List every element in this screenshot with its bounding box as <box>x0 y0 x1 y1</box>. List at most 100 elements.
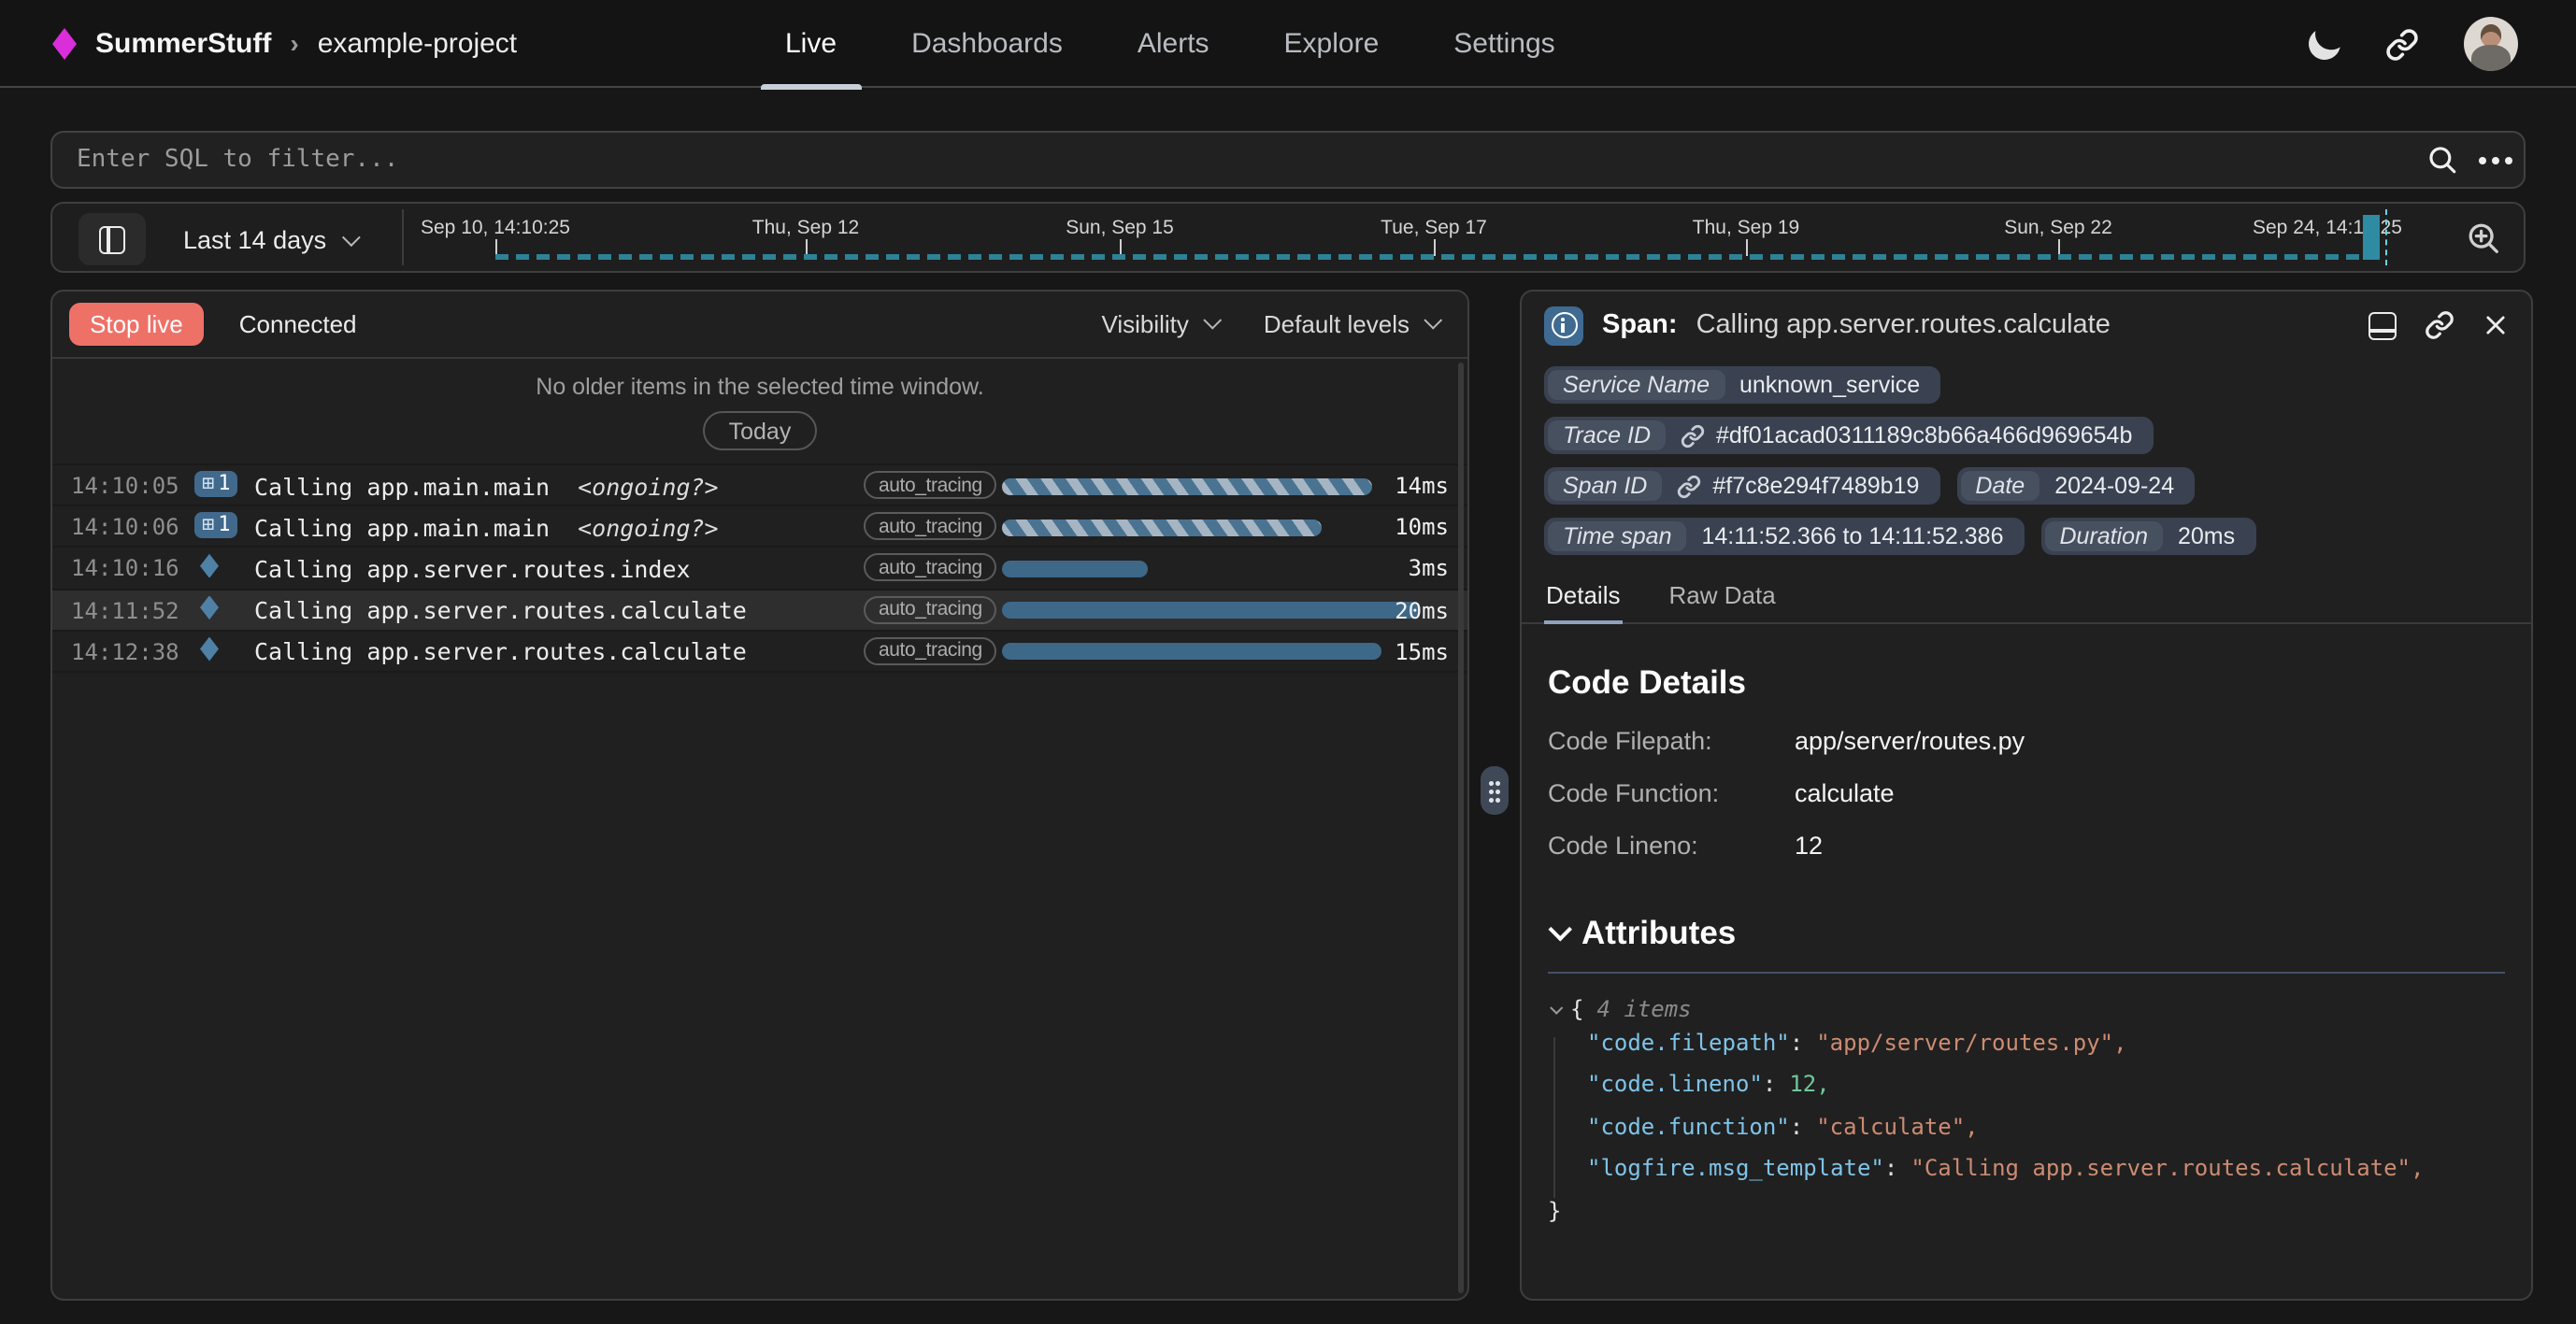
more-options-icon[interactable] <box>2492 156 2499 164</box>
link-icon <box>1677 474 1701 498</box>
project-name[interactable]: example-project <box>318 28 517 60</box>
search-icon[interactable] <box>2426 144 2458 176</box>
row-tag[interactable]: auto_tracing <box>864 595 997 623</box>
span-title: Calling app.server.routes.calculate <box>1696 310 2342 340</box>
time-span-badge[interactable]: Time span14:11:52.366 to 14:11:52.386 <box>1544 518 2025 555</box>
close-icon[interactable] <box>2483 312 2509 338</box>
json-entry: "code.lineno":12, <box>1548 1064 2505 1106</box>
link-icon <box>1681 423 1705 448</box>
row-tag[interactable]: auto_tracing <box>864 637 997 665</box>
code-details-heading: Code Details <box>1548 663 2505 703</box>
dark-mode-moon-icon[interactable] <box>2305 24 2345 64</box>
live-view-panel: Stop live Connected Visibility Default l… <box>50 290 1469 1301</box>
open-brace: { <box>1570 996 1583 1022</box>
sql-filter-bar[interactable]: Enter SQL to filter... <box>50 131 2526 189</box>
row-tag[interactable]: auto_tracing <box>864 512 997 540</box>
code-details-table: Code Filepath:app/server/routes.py Code … <box>1548 727 2505 860</box>
expand-plus-icon: ⊞ <box>202 473 214 493</box>
row-message: Calling app.server.routes.index <box>254 555 691 583</box>
span-diamond-icon <box>200 637 219 662</box>
expand-plus-icon: ⊞ <box>202 514 214 534</box>
row-duration: 14ms <box>1395 473 1449 499</box>
timeline-tick-label: Sun, Sep 22 <box>2004 217 2112 239</box>
chevron-down-icon <box>341 227 360 246</box>
tab-raw-data[interactable]: Raw Data <box>1667 572 1778 622</box>
tab-details[interactable]: Details <box>1544 572 1623 622</box>
tab-explore-label: Explore <box>1284 28 1380 60</box>
log-row[interactable]: 14:10:06 ⊞1 Calling app.main.main<ongoin… <box>52 506 1467 548</box>
span-meta-badges: Service Nameunknown_service Trace ID#df0… <box>1522 359 2531 559</box>
span-children-icon[interactable]: ⊞1 <box>194 470 238 496</box>
row-tag[interactable]: auto_tracing <box>864 471 997 499</box>
row-duration: 20ms <box>1395 597 1449 623</box>
org-name[interactable]: SummerStuff <box>95 28 271 60</box>
timeline-activity-spike <box>2363 215 2380 260</box>
duration-bar <box>1002 477 1373 494</box>
duration-bar-track <box>1002 477 1428 494</box>
log-row[interactable]: 14:12:38 Calling app.server.routes.calcu… <box>52 632 1467 673</box>
ongoing-suffix: <ongoing?> <box>578 513 719 541</box>
stop-live-button[interactable]: Stop live <box>69 303 204 346</box>
breadcrumb-separator: › <box>290 27 298 57</box>
nav-tabs: Live Dashboards Alerts Explore Settings <box>761 0 1606 88</box>
breadcrumb[interactable]: SummerStuff › example-project <box>52 0 517 88</box>
badge-label: Trace ID <box>1548 420 1666 450</box>
tab-alerts[interactable]: Alerts <box>1113 0 1234 88</box>
row-timestamp: 14:11:52 <box>71 597 179 623</box>
child-count: 1 <box>218 512 230 536</box>
sidebar-toggle-button[interactable] <box>79 213 146 265</box>
visibility-dropdown[interactable]: Visibility <box>1101 310 1214 338</box>
detail-tabs: Details Raw Data <box>1522 572 2531 624</box>
log-row-selected[interactable]: 14:11:52 Calling app.server.routes.calcu… <box>52 590 1467 631</box>
default-levels-dropdown[interactable]: Default levels <box>1264 310 1436 338</box>
json-entry: "code.function":"calculate", <box>1548 1106 2505 1148</box>
user-avatar[interactable] <box>2464 17 2518 71</box>
badge-label: Date <box>1960 471 2039 501</box>
trace-id-badge[interactable]: Trace ID#df01acad0311189c8b66a466d969654… <box>1544 417 2153 454</box>
share-link-icon[interactable] <box>2385 27 2419 61</box>
brand-logo-icon <box>52 28 77 60</box>
panel-resize-handle[interactable] <box>1481 766 1509 815</box>
date-badge[interactable]: Date2024-09-24 <box>1956 467 2195 505</box>
duration-badge[interactable]: Duration20ms <box>2041 518 2256 555</box>
time-range-dropdown[interactable]: Last 14 days <box>183 204 354 275</box>
collapse-chevron-icon[interactable] <box>1550 1002 1563 1015</box>
timeline-tick-label: Thu, Sep 12 <box>752 217 859 239</box>
span-kind-label: Span: <box>1602 310 1678 340</box>
service-name-badge[interactable]: Service Nameunknown_service <box>1544 366 1940 404</box>
attributes-section-toggle[interactable]: Attributes <box>1548 914 2505 953</box>
row-message: Calling app.main.main<ongoing?> <box>254 472 719 500</box>
tab-live[interactable]: Live <box>761 0 861 88</box>
json-key: "code.filepath" <box>1587 1030 1790 1056</box>
span-detail-panel: Span: Calling app.server.routes.calculat… <box>1520 290 2533 1301</box>
today-button[interactable]: Today <box>703 411 818 450</box>
json-value: 12, <box>1789 1072 1829 1098</box>
tab-dashboards[interactable]: Dashboards <box>887 0 1087 88</box>
close-brace: } <box>1548 1189 2505 1231</box>
json-root-line[interactable]: { 4 items <box>1548 996 2505 1022</box>
logfire-app: SummerStuff › example-project Live Dashb… <box>0 0 2576 1324</box>
copy-link-icon[interactable] <box>2425 310 2454 340</box>
timeline-activity-histogram[interactable] <box>495 254 2383 260</box>
kv-value: app/server/routes.py <box>1795 727 2505 755</box>
dock-panel-icon[interactable] <box>2368 311 2397 339</box>
tab-explore[interactable]: Explore <box>1260 0 1404 88</box>
badge-value: unknown_service <box>1724 370 1937 400</box>
tab-alerts-label: Alerts <box>1138 28 1209 60</box>
sql-filter-input[interactable]: Enter SQL to filter... <box>77 146 2426 174</box>
log-row[interactable]: 14:10:16 Calling app.server.routes.index… <box>52 548 1467 590</box>
row-tag[interactable]: auto_tracing <box>864 554 997 582</box>
badge-label: Span ID <box>1548 471 1662 501</box>
span-id-badge[interactable]: Span ID#f7c8e294f7489b19 <box>1544 467 1939 505</box>
json-key: "code.lineno" <box>1587 1072 1763 1098</box>
span-children-icon[interactable]: ⊞1 <box>194 511 238 537</box>
badge-label: Duration <box>2045 521 2164 551</box>
tab-settings[interactable]: Settings <box>1429 0 1579 88</box>
timeline-tick-label: Sep 24, 14:10:25 <box>2253 217 2402 239</box>
log-row[interactable]: 14:10:05 ⊞1 Calling app.main.main<ongoin… <box>52 465 1467 506</box>
zoom-in-icon[interactable] <box>2466 221 2501 256</box>
attributes-json-viewer: { 4 items "code.filepath":"app/server/ro… <box>1548 996 2505 1231</box>
duration-bar-track <box>1002 602 1428 619</box>
child-count: 1 <box>218 471 230 495</box>
scrollbar[interactable] <box>1458 363 1464 1293</box>
